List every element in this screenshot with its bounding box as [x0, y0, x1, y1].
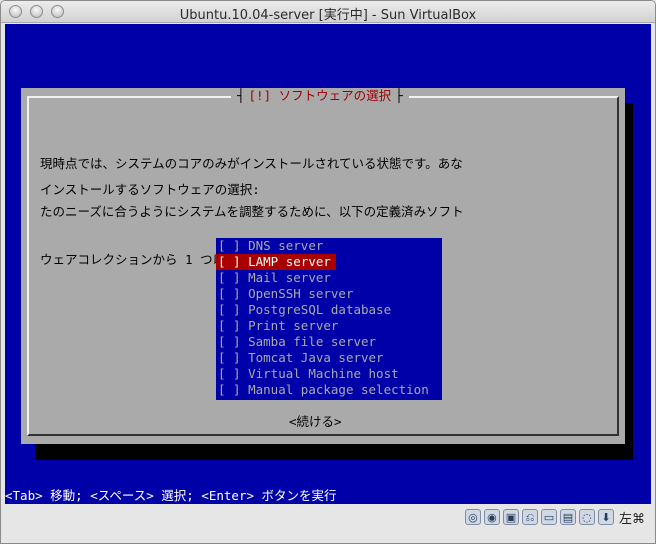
description-line: 現時点では、システムのコアのみがインストールされている状態です。あな	[40, 156, 463, 171]
mouse-integration-icon[interactable]: ◌	[578, 509, 595, 525]
network-icon[interactable]: ⎌	[521, 509, 538, 525]
status-icons: ◎ ◉ ▣ ⎌ ▭ ▤ ◌ ⬇ 左⌘	[464, 508, 645, 527]
software-label: OpenSSH server	[248, 286, 354, 301]
software-item[interactable]: [ ] Tomcat Java server	[216, 350, 442, 366]
shared-folder-icon[interactable]: ▤	[559, 509, 576, 525]
software-checkbox[interactable]: [ ]	[218, 382, 241, 397]
software-label: DNS server	[248, 238, 324, 253]
software-checkbox[interactable]: [ ]	[218, 302, 241, 317]
guest-console-screen[interactable]: [!] ソフトウェアの選択 現時点では、システムのコアのみがインストールされてい…	[5, 24, 651, 504]
software-item[interactable]: [ ] PostgreSQL database	[216, 302, 442, 318]
dialog-title: [!] ソフトウェアの選択	[231, 88, 409, 104]
usb-icon[interactable]: ▭	[540, 509, 557, 525]
software-checkbox[interactable]: [ ]	[218, 238, 241, 253]
software-checkbox[interactable]: [ ]	[218, 350, 241, 365]
software-item[interactable]: [ ] DNS server	[216, 238, 442, 254]
title-bar: Ubuntu.10.04-server [実行中] - Sun VirtualB…	[1, 1, 655, 23]
floppy-icon[interactable]: ▣	[502, 509, 519, 525]
selection-prompt: インストールするソフトウェアの選択:	[40, 182, 260, 197]
software-label: Tomcat Java server	[248, 350, 384, 365]
software-checkbox[interactable]: [ ]	[218, 334, 241, 349]
software-label: Samba file server	[248, 334, 377, 349]
software-checkbox[interactable]: [ ]	[218, 318, 241, 333]
software-label: Virtual Machine host	[248, 366, 399, 381]
capture-arrow-icon[interactable]: ⬇	[597, 509, 614, 525]
software-item[interactable]: [ ] Mail server	[216, 270, 442, 286]
software-item[interactable]: [ ] OpenSSH server	[216, 286, 442, 302]
key-help-line: <Tab> 移動; <スペース> 選択; <Enter> ボタンを実行	[5, 488, 337, 503]
software-label: LAMP server	[248, 254, 331, 269]
description-line: たのニーズに合うようにシステムを調整するために、以下の定義済みソフト	[40, 204, 464, 219]
software-label: PostgreSQL database	[248, 302, 392, 317]
software-checkbox[interactable]: [ ]	[218, 270, 241, 285]
software-checkbox[interactable]: [ ]	[218, 366, 241, 381]
software-item[interactable]: [ ] Print server	[216, 318, 442, 334]
software-selection-dialog: [!] ソフトウェアの選択 現時点では、システムのコアのみがインストールされてい…	[21, 88, 625, 444]
hard-disk-icon[interactable]: ◎	[464, 509, 481, 525]
virtualbox-window: Ubuntu.10.04-server [実行中] - Sun VirtualB…	[0, 0, 656, 544]
software-label: Print server	[248, 318, 339, 333]
software-item[interactable]: [ ] Manual package selection	[216, 382, 442, 398]
software-label: Mail server	[248, 270, 331, 285]
window-title: Ubuntu.10.04-server [実行中] - Sun VirtualB…	[179, 8, 477, 23]
software-item[interactable]: [ ] LAMP server	[216, 254, 336, 270]
host-key-label: 左⌘	[618, 511, 645, 527]
continue-button[interactable]: <続ける>	[289, 414, 342, 430]
software-item[interactable]: [ ] Samba file server	[216, 334, 442, 350]
software-item[interactable]: [ ] Virtual Machine host	[216, 366, 442, 382]
optical-drive-icon[interactable]: ◉	[483, 509, 500, 525]
software-checkbox[interactable]: [ ]	[218, 254, 241, 269]
virtualbox-status-bar: ◎ ◉ ▣ ⎌ ▭ ▤ ◌ ⬇ 左⌘	[1, 506, 655, 528]
software-list[interactable]: [ ] DNS server[ ] LAMP server[ ] Mail se…	[216, 238, 442, 400]
software-checkbox[interactable]: [ ]	[218, 286, 241, 301]
software-label: Manual package selection	[248, 382, 429, 397]
